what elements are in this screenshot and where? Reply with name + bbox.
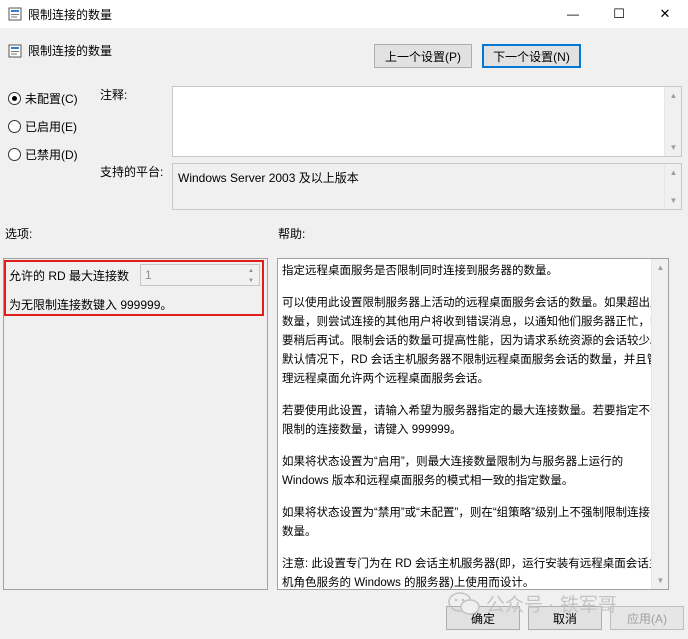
policy-icon <box>8 7 22 21</box>
radio-not-configured[interactable]: 未配置(C) <box>8 90 78 107</box>
previous-setting-button[interactable]: 上一个设置(P) <box>374 44 472 68</box>
comment-label: 注释: <box>100 88 128 102</box>
radio-label: 已启用(E) <box>25 120 77 134</box>
platform-field: Windows Server 2003 及以上版本 ▲ ▼ <box>172 163 682 210</box>
scroll-down-icon[interactable]: ▼ <box>665 139 682 156</box>
help-paragraph: 注意: 此设置专门为在 RD 会话主机服务器(即，运行安装有远程桌面会话主机角色… <box>282 558 661 589</box>
title-bar: 限制连接的数量 — ☐ ✕ <box>0 0 688 28</box>
platform-scrollbar[interactable]: ▲ ▼ <box>664 164 681 209</box>
close-icon: ✕ <box>659 6 671 21</box>
help-paragraph: 可以使用此设置限制服务器上活动的远程桌面服务会话的数量。如果超出此数量，则尝试连… <box>282 297 662 385</box>
setting-title: 限制连接的数量 <box>28 44 113 58</box>
minimize-button[interactable]: — <box>550 0 596 28</box>
help-paragraph: 若要使用此设置，请输入希望为服务器指定的最大连接数量。若要指定不受限制的连接数量… <box>282 405 662 436</box>
watermark: 公众号 · 铁军哥 <box>448 590 617 617</box>
scroll-down-icon[interactable]: ▼ <box>652 572 668 589</box>
help-paragraph: 如果将状态设置为“禁用”或“未配置”，则在“组策略”级别上不强制限制连接的数量。 <box>282 507 662 538</box>
maximize-button[interactable]: ☐ <box>596 0 642 28</box>
wechat-icon <box>448 591 480 615</box>
platform-value: Windows Server 2003 及以上版本 <box>178 171 359 185</box>
highlight-box <box>4 260 264 316</box>
help-label: 帮助: <box>278 227 306 241</box>
radio-disabled[interactable]: 已禁用(D) <box>8 146 78 163</box>
radio-dot <box>8 120 21 133</box>
radio-dot <box>8 148 21 161</box>
help-panel: 指定远程桌面服务是否限制同时连接到服务器的数量。 可以使用此设置限制服务器上活动… <box>277 258 669 590</box>
radio-enabled[interactable]: 已启用(E) <box>8 118 77 135</box>
window-title: 限制连接的数量 <box>28 8 113 22</box>
scroll-up-icon[interactable]: ▲ <box>665 87 682 104</box>
comment-scrollbar[interactable]: ▲ ▼ <box>664 87 681 156</box>
policy-icon <box>8 44 22 58</box>
options-label: 选项: <box>5 227 33 241</box>
close-button[interactable]: ✕ <box>642 0 688 28</box>
apply-button[interactable]: 应用(A) <box>610 606 684 630</box>
radio-label: 已禁用(D) <box>25 148 78 162</box>
help-paragraph: 指定远程桌面服务是否限制同时连接到服务器的数量。 <box>282 265 558 277</box>
help-scrollbar[interactable]: ▲ ▼ <box>651 259 668 589</box>
next-setting-button[interactable]: 下一个设置(N) <box>482 44 581 68</box>
comment-textarea[interactable]: ▲ ▼ <box>172 86 682 157</box>
maximize-icon: ☐ <box>613 6 625 21</box>
watermark-text: 公众号 · 铁军哥 <box>486 595 617 616</box>
radio-label: 未配置(C) <box>25 92 78 106</box>
platform-label: 支持的平台: <box>100 165 164 179</box>
minimize-icon: — <box>567 7 579 21</box>
radio-dot <box>8 92 21 105</box>
scroll-up-icon[interactable]: ▲ <box>665 164 682 181</box>
scroll-down-icon[interactable]: ▼ <box>665 192 682 209</box>
help-paragraph: 如果将状态设置为“启用”，则最大连接数量限制为与服务器上运行的 Windows … <box>282 456 624 487</box>
scroll-up-icon[interactable]: ▲ <box>652 259 668 276</box>
